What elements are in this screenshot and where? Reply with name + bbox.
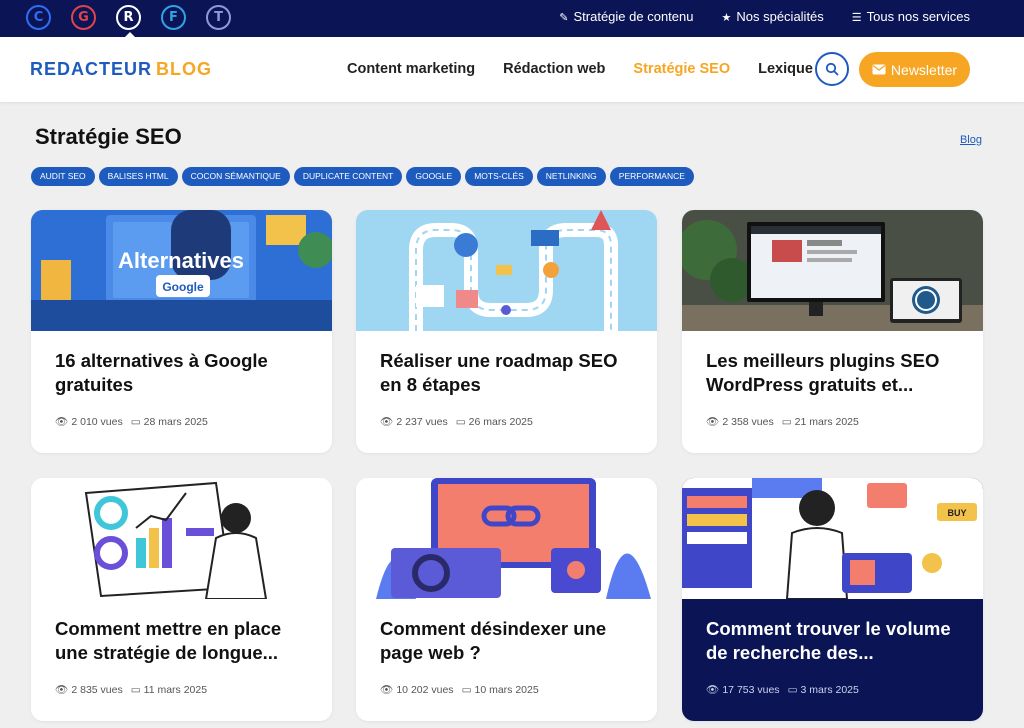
tag-balises-html[interactable]: BALISES HTML [98,167,178,186]
card-title[interactable]: Les meilleurs plugins SEO WordPress grat… [706,349,966,397]
brand-f-icon[interactable]: F [161,5,186,30]
publish-date: 28 mars 2025 [143,415,208,428]
nav-item-content-marketing[interactable]: Content marketing [347,61,475,77]
image-heading-text: Alternatives [118,248,244,273]
publish-date: 10 mars 2025 [474,683,539,696]
top-link-specialites[interactable]: ★ Nos spécialités [721,9,823,24]
brand-switcher: C G R F T [26,5,231,38]
article-card-6[interactable]: BUY Comment trouver le volume de recherc… [682,478,983,721]
tag-cocon-semantique[interactable]: COCON SÉMANTIQUE [181,167,290,186]
card-title[interactable]: Comment mettre en place une stratégie de… [55,617,315,665]
tag-performance[interactable]: PERFORMANCE [609,167,694,186]
nav-item-lexique[interactable]: Lexique [758,61,813,77]
brand-r-icon[interactable]: R [116,5,141,38]
eye-icon: 👁 [706,684,720,696]
newsletter-label: Newsletter [890,61,958,78]
views-count: 17 753 vues [722,683,780,696]
tag-netlinking[interactable]: NETLINKING [536,167,606,186]
card-title[interactable]: Comment trouver le volume de recherche d… [706,617,966,665]
card-meta: 👁 10 202 vues ▭ 10 mars 2025 [380,683,539,697]
top-link-strategie[interactable]: ✎ Stratégie de contenu [559,9,693,24]
top-link-label: Tous nos services [866,9,970,24]
article-card-4[interactable]: Comment mettre en place une stratégie de… [31,478,332,721]
card-meta: 👁 17 753 vues ▭ 3 mars 2025 [706,683,859,697]
breadcrumb-blog-link[interactable]: Blog [960,134,982,146]
card-title[interactable]: Comment désindexer une page web ? [380,617,640,665]
views-count: 2 358 vues [722,415,774,428]
tag-list: AUDIT SEO BALISES HTML COCON SÉMANTIQUE … [31,167,694,186]
eye-icon: 👁 [55,684,69,696]
tag-mots-cles[interactable]: MOTS-CLÉS [465,167,533,186]
top-bar: C G R F T ✎ Stratégie de contenu ★ Nos spé… [0,0,1024,38]
buy-label: BUY [947,508,966,518]
calendar-icon: ▭ [781,415,792,428]
calendar-icon: ▭ [130,683,141,696]
card-image-roadmap [356,210,657,331]
main-header: REDACTEUR BLOG Content marketing Rédactio… [0,37,1024,102]
eye-icon: 👁 [380,416,394,428]
top-link-label: Stratégie de contenu [573,9,694,24]
envelope-icon [872,64,886,75]
brand-c-icon[interactable]: C [26,5,51,30]
card-meta: 👁 2 358 vues ▭ 21 mars 2025 [706,415,859,429]
card-title[interactable]: 16 alternatives à Google gratuites [55,349,315,397]
roadmap-illustration [356,210,657,331]
publish-date: 11 mars 2025 [143,683,208,696]
article-card-5[interactable]: Comment désindexer une page web ? 👁 10 20… [356,478,657,721]
article-card-1[interactable]: Alternatives Google 16 alternatives à Go… [31,210,332,453]
logo-part-1: REDACTEUR [30,59,153,79]
publish-date: 26 mars 2025 [468,415,533,428]
brand-g-icon[interactable]: G [71,5,96,30]
site-logo[interactable]: REDACTEUR BLOG [30,59,212,80]
main-nav: Content marketing Rédaction web Stratégi… [347,61,813,77]
strategy-illustration [31,478,332,599]
search-button[interactable] [815,52,849,86]
deindex-illustration [356,478,657,599]
card-meta: 👁 2 237 vues ▭ 26 mars 2025 [380,415,533,429]
card-image-volume: BUY [682,478,983,599]
card-image-desindexer [356,478,657,599]
calendar-icon: ▭ [455,415,466,428]
tag-audit-seo[interactable]: AUDIT SEO [31,167,95,186]
tag-google[interactable]: GOOGLE [406,167,462,186]
card-meta: 👁 2 835 vues ▭ 11 mars 2025 [55,683,208,697]
alternatives-illustration: Alternatives Google [31,210,332,331]
top-links: ✎ Stratégie de contenu ★ Nos spécialités ☰… [559,9,970,24]
article-card-3[interactable]: Les meilleurs plugins SEO WordPress grat… [682,210,983,453]
views-count: 2 835 vues [71,683,123,696]
article-card-2[interactable]: Réaliser une roadmap SEO en 8 étapes 👁 2 … [356,210,657,453]
calendar-icon: ▭ [461,683,472,696]
views-count: 2 237 vues [396,415,448,428]
star-icon: ★ [721,12,732,24]
eye-icon: 👁 [55,416,69,428]
newsletter-button[interactable]: Newsletter [859,52,970,87]
nav-item-redaction-web[interactable]: Rédaction web [503,61,605,77]
menu-icon: ☰ [851,12,862,24]
search-volume-illustration: BUY [682,478,983,599]
tag-duplicate-content[interactable]: DUPLICATE CONTENT [293,167,403,186]
card-title[interactable]: Réaliser une roadmap SEO en 8 étapes [380,349,640,397]
top-link-label: Nos spécialités [736,9,824,24]
views-count: 2 010 vues [71,415,123,428]
publish-date: 3 mars 2025 [800,683,859,696]
calendar-icon: ▭ [787,683,798,696]
page-title: Stratégie SEO [35,124,182,149]
image-badge-text: Google [162,280,204,294]
nav-item-strategie-seo[interactable]: Stratégie SEO [633,61,730,77]
calendar-icon: ▭ [130,415,141,428]
eye-icon: 👁 [706,416,720,428]
logo-part-2: BLOG [156,59,213,79]
brand-t-icon[interactable]: T [206,5,231,30]
pencil-icon: ✎ [559,12,569,24]
card-image-longue-traine [31,478,332,599]
top-link-services[interactable]: ☰ Tous nos services [852,9,970,24]
wordpress-illustration [682,210,983,331]
views-count: 10 202 vues [396,683,454,696]
publish-date: 21 mars 2025 [794,415,859,428]
card-image-alternatives: Alternatives Google [31,210,332,331]
card-meta: 👁 2 010 vues ▭ 28 mars 2025 [55,415,208,429]
eye-icon: 👁 [380,684,394,696]
card-image-wordpress [682,210,983,331]
search-icon [825,62,839,76]
